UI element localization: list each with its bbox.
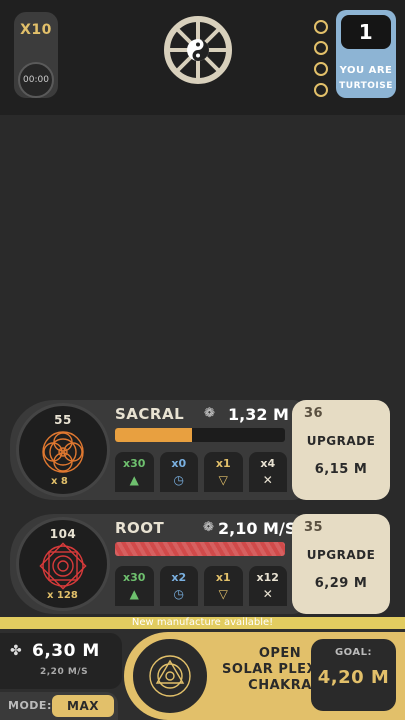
dharma-wheel-icon[interactable] [163, 15, 233, 85]
chakra-value: 2,10 M/S [218, 519, 297, 538]
page-indicator [314, 20, 330, 97]
rank-line2: TURTOISE [339, 81, 393, 91]
chakra-name: ROOT [115, 519, 165, 537]
rank-line1: YOU ARE [339, 65, 393, 76]
boost-label: x2 [171, 571, 187, 584]
speed-multiplier-button[interactable]: X10 00:00 [14, 12, 58, 98]
triangle-down-icon: ▽ [218, 587, 228, 601]
boost-clock[interactable]: x0 ◷ [159, 452, 198, 492]
chakra-multiplier: x 8 [51, 476, 68, 487]
mode-value-button[interactable]: MAX [52, 695, 114, 717]
boost-label: x1 [215, 457, 231, 470]
chakra-card-root: 104 x 128 ROOT ❁ 2,10 M/S x30 ▲ x2 ◷ x1 ▽ x… [0, 514, 405, 614]
solar-plexus-disc [130, 636, 210, 716]
boost-triangle-up[interactable]: x30 ▲ [115, 452, 154, 492]
progress-bar [115, 542, 285, 556]
close-icon: ✕ [262, 473, 273, 487]
timer-display: 00:00 [18, 62, 54, 98]
flower-icon: ❁ [203, 520, 214, 535]
clock-icon: ◷ [173, 587, 184, 601]
mode-selector: MODE: MAX [0, 692, 118, 720]
page-dot [314, 83, 328, 97]
page-dot [314, 41, 328, 55]
money-value: 6,30 M [32, 641, 100, 661]
money-panel: ✤ 6,30 M 2,20 M/S [0, 633, 122, 689]
page-dot [314, 62, 328, 76]
chakra-circle[interactable]: 104 x 128 [16, 517, 110, 611]
boost-row: x30 ▲ x0 ◷ x1 ▽ x4 ✕ [115, 452, 287, 492]
goal-value: 4,20 M [317, 667, 390, 688]
upgrade-label: UPGRADE [306, 434, 376, 448]
solar-plexus-icon [149, 655, 191, 697]
progress-bar [115, 428, 285, 442]
goal-panel: GOAL: 4,20 M [311, 639, 396, 711]
upgrade-count: 35 [304, 520, 324, 535]
boost-row: x30 ▲ x2 ◷ x1 ▽ x12 ✕ [115, 566, 287, 606]
money-rate: 2,20 M/S [40, 667, 89, 677]
triangle-down-icon: ▽ [218, 473, 228, 487]
boost-label: x4 [260, 457, 276, 470]
upgrade-count: 36 [304, 406, 324, 421]
boost-label: x30 [123, 457, 146, 470]
progress-fill [115, 542, 285, 556]
upgrade-button[interactable]: 36 UPGRADE 6,15 M [292, 400, 390, 500]
chakra-value: 1,32 M [228, 405, 289, 424]
page-dot [314, 20, 328, 34]
root-mandala-icon [39, 542, 87, 590]
chakra-card-sacral: 55 x 8 SACRAL ❁ 1,32 M x30 ▲ x0 ◷ x1 ▽ x4 ✕ … [0, 400, 405, 500]
boost-label: x30 [123, 571, 146, 584]
goal-label: GOAL: [334, 647, 373, 658]
upgrade-label: UPGRADE [306, 548, 376, 562]
triangle-up-icon: ▲ [129, 473, 139, 487]
boost-close[interactable]: x4 ✕ [248, 452, 287, 492]
mode-label: MODE: [8, 699, 52, 712]
close-icon: ✕ [262, 587, 273, 601]
chakra-circle[interactable]: 55 x 8 [16, 403, 110, 497]
chakra-level: 55 [54, 413, 72, 427]
boost-triangle-down[interactable]: x1 ▽ [204, 452, 243, 492]
new-manufacture-banner: New manufacture available! [0, 617, 405, 629]
boost-label: x0 [171, 457, 187, 470]
upgrade-cost: 6,15 M [314, 462, 368, 477]
speed-multiplier-label: X10 [20, 22, 52, 38]
upgrade-button[interactable]: 35 UPGRADE 6,29 M [292, 514, 390, 614]
sacral-mandala-icon [42, 431, 84, 473]
boost-clock[interactable]: x2 ◷ [159, 566, 198, 606]
clock-icon: ◷ [173, 473, 184, 487]
triangle-up-icon: ▲ [129, 587, 139, 601]
flower-icon: ❁ [204, 406, 215, 421]
boost-triangle-up[interactable]: x30 ▲ [115, 566, 154, 606]
chakra-name: SACRAL [115, 405, 185, 423]
upgrade-cost: 6,29 M [314, 576, 368, 591]
endless-knot-icon: ✤ [10, 643, 22, 659]
boost-triangle-down[interactable]: x1 ▽ [204, 566, 243, 606]
boost-close[interactable]: x12 ✕ [248, 566, 287, 606]
chakra-level: 104 [49, 527, 77, 541]
rank-number: 1 [341, 15, 391, 49]
rank-badge[interactable]: 1 YOU ARE TURTOISE [336, 10, 396, 98]
chakra-multiplier: x 128 [47, 590, 78, 601]
boost-label: x1 [215, 571, 231, 584]
boost-label: x12 [256, 571, 279, 584]
progress-fill [115, 428, 192, 442]
